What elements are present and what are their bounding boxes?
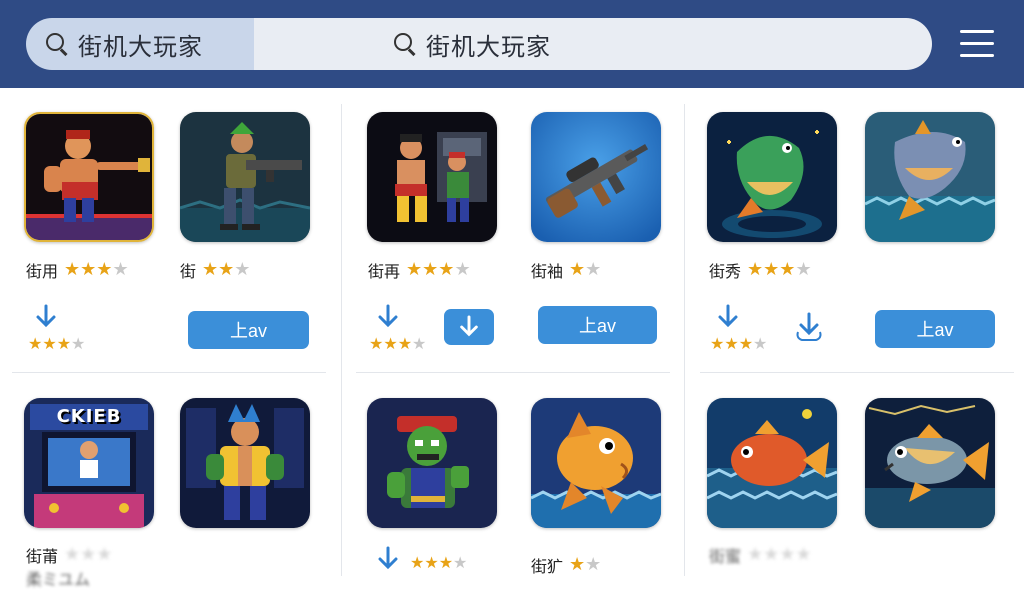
search-tab[interactable]: 街机大玩家	[26, 18, 262, 70]
game-title-4: 街袖 ★ ★	[531, 259, 602, 282]
game-title-1: 街用 ★ ★ ★ ★	[26, 259, 129, 282]
row-divider	[700, 372, 1014, 373]
game-title-8: 街蜜 ★ ★ ★ ★	[709, 544, 812, 567]
rating-stars: ★ ★ ★	[64, 544, 113, 565]
rating-stars: ★ ★	[569, 554, 602, 575]
install-button[interactable]: 上av	[875, 310, 995, 348]
rating-stars: ★ ★	[569, 259, 602, 280]
game-icon-rifle[interactable]	[531, 112, 661, 242]
search-icon	[46, 33, 68, 55]
rating-stars: ★ ★ ★ ★	[747, 259, 812, 280]
game-icon-red-fish[interactable]	[707, 398, 837, 528]
rating-stars: ★ ★ ★ ★	[406, 259, 471, 280]
game-icon-soldier[interactable]	[180, 112, 310, 242]
tap-download-icon[interactable]	[794, 310, 824, 342]
search-input[interactable]: 街机大玩家	[254, 18, 932, 70]
rating-stars: ★ ★ ★ ★	[410, 553, 468, 572]
rating-stars: ★ ★ ★ ★	[64, 259, 129, 280]
game-title-5: 街秀 ★ ★ ★ ★	[709, 259, 812, 282]
game-title-6: 街莆 ★ ★ ★	[26, 544, 113, 567]
download-arrow-icon[interactable]	[34, 304, 58, 330]
hamburger-menu-icon[interactable]	[960, 30, 994, 58]
rating-stars: ★ ★ ★ ★	[747, 544, 812, 565]
search-input-text: 街机大玩家	[426, 32, 551, 61]
download-arrow-icon[interactable]	[716, 304, 740, 330]
game-title-7: 街犷 ★ ★	[531, 554, 602, 577]
rating-stars: ★ ★ ★ ★	[710, 334, 768, 353]
game-icon-brawler[interactable]	[24, 112, 154, 242]
search-icon	[394, 33, 416, 55]
install-button[interactable]: 上av	[538, 306, 657, 344]
arcade-marquee-text: CKIEB	[56, 406, 122, 427]
download-icon	[460, 315, 478, 337]
game-icon-arcade-cabinet[interactable]: CKIEB	[24, 398, 154, 528]
game-icon-fish-jump[interactable]	[707, 112, 837, 242]
game-icon-green-brawler[interactable]	[367, 398, 497, 528]
download-arrow-icon[interactable]	[376, 304, 400, 330]
game-icon-fish-sea[interactable]	[865, 112, 995, 242]
rating-stars: ★ ★ ★ ★	[369, 334, 427, 353]
row-divider	[356, 372, 670, 373]
rating-stars: ★ ★ ★ ★	[28, 334, 86, 353]
game-icon-goldfish[interactable]	[531, 398, 661, 528]
download-arrow-icon[interactable]	[376, 546, 400, 572]
game-title-2: 街 ★ ★ ★	[180, 259, 251, 282]
column-divider	[684, 104, 685, 576]
rating-stars: ★ ★ ★	[202, 259, 251, 280]
game-icon-fighters[interactable]	[367, 112, 497, 242]
game-icon-heavy-fighter[interactable]	[180, 398, 310, 528]
game-icon-night-fish[interactable]	[865, 398, 995, 528]
column-divider	[341, 104, 342, 576]
install-button[interactable]: 上av	[188, 311, 309, 349]
top-bar: 街机大玩家 街机大玩家	[0, 0, 1024, 88]
game-title-3: 街再 ★ ★ ★ ★	[368, 259, 471, 282]
game-subtitle-6: 柔ミユム	[26, 570, 91, 589]
row-divider	[12, 372, 326, 373]
download-button[interactable]	[444, 309, 494, 345]
search-tab-text: 街机大玩家	[78, 32, 203, 61]
